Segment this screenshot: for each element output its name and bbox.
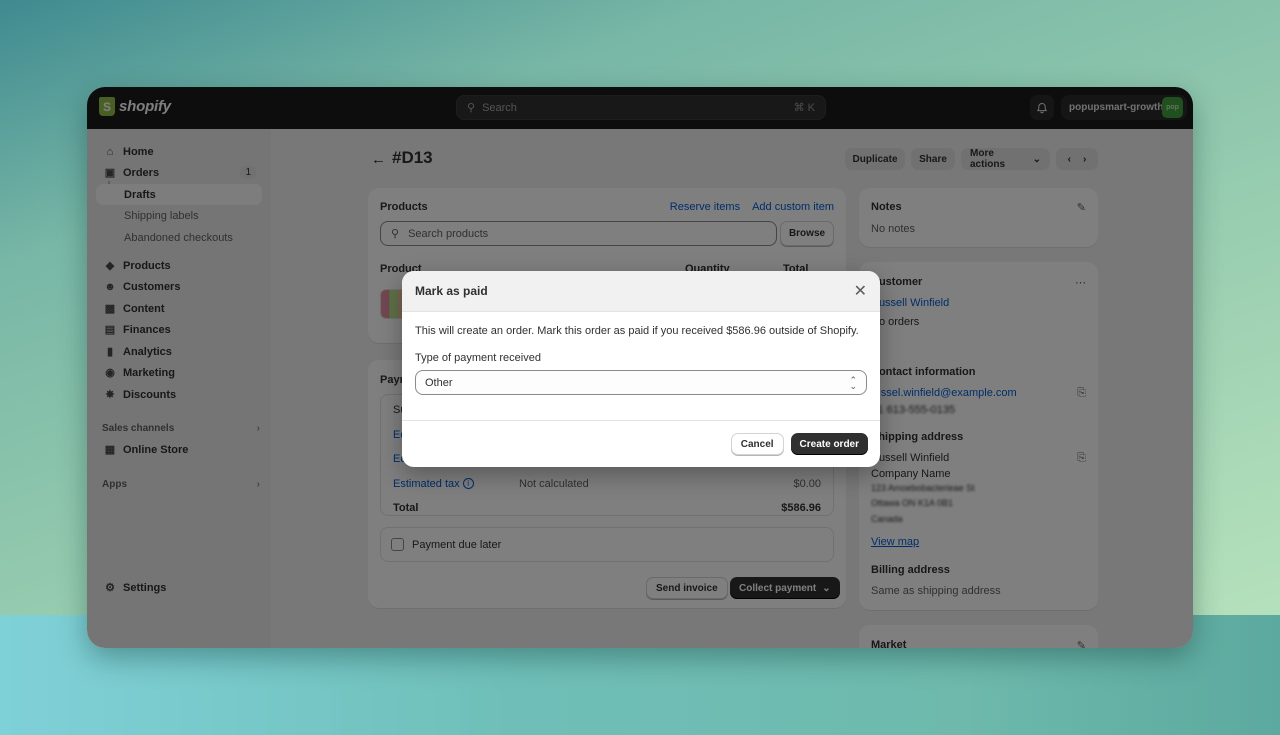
modal-title: Mark as paid <box>415 284 488 298</box>
mark-as-paid-modal: Mark as paid ✕ This will create an order… <box>402 271 880 467</box>
button-label: Cancel <box>740 438 774 450</box>
cancel-button[interactable]: Cancel <box>730 433 784 455</box>
modal-body: This will create an order. Mark this ord… <box>402 312 880 421</box>
select-arrows-icon: ⌃ ⌄ <box>849 374 857 391</box>
payment-type-select[interactable]: Other ⌃ ⌄ <box>415 370 867 395</box>
modal-message: This will create an order. Mark this ord… <box>415 325 859 337</box>
button-label: Create order <box>799 438 859 450</box>
selected-option: Other <box>425 376 453 389</box>
payment-type-label: Type of payment received <box>415 352 541 364</box>
modal-footer: Cancel Create order <box>402 421 880 467</box>
close-icon[interactable]: ✕ <box>854 281 867 301</box>
modal-header: Mark as paid ✕ <box>402 271 880 312</box>
create-order-button[interactable]: Create order <box>790 433 868 455</box>
